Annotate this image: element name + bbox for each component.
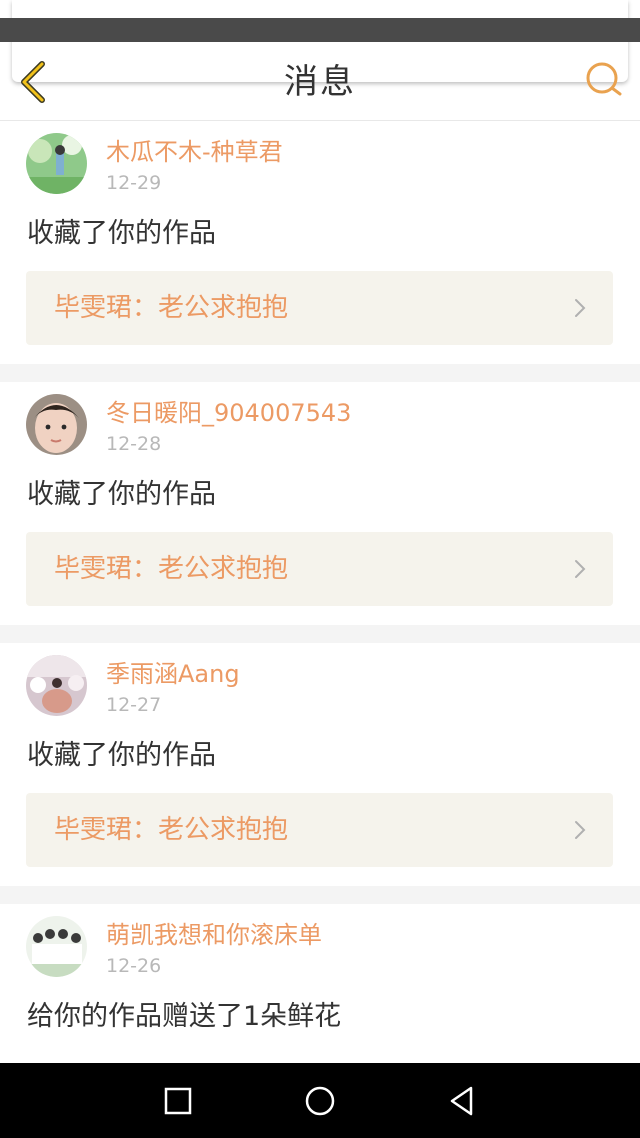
overlay-bar: [0, 18, 640, 42]
app-screen: 消息 木瓜不木-种草君 12-29 收藏了你的作品 毕雯珺：老公求抱抱 冬日暖阳…: [0, 0, 640, 1138]
recent-apps-button[interactable]: [158, 1081, 198, 1121]
chevron-right-icon: [575, 560, 586, 578]
username[interactable]: 季雨涵Aang: [106, 659, 240, 689]
avatar[interactable]: [26, 394, 87, 455]
avatar[interactable]: [26, 133, 87, 194]
message-date: 12-28: [106, 433, 162, 455]
message-card: 季雨涵Aang 12-27 收藏了你的作品 毕雯珺：老公求抱抱: [0, 643, 640, 886]
search-button[interactable]: [582, 58, 626, 102]
username[interactable]: 木瓜不木-种草君: [106, 137, 283, 167]
home-button[interactable]: [300, 1081, 340, 1121]
message-action: 收藏了你的作品: [27, 740, 216, 771]
work-link[interactable]: 毕雯珺：老公求抱抱: [26, 793, 613, 867]
avatar[interactable]: [26, 655, 87, 716]
message-date: 12-27: [106, 694, 162, 716]
message-date: 12-29: [106, 172, 162, 194]
search-icon: [586, 62, 622, 96]
chevron-right-icon: [575, 821, 586, 839]
message-card: 木瓜不木-种草君 12-29 收藏了你的作品 毕雯珺：老公求抱抱: [0, 121, 640, 364]
message-list: 木瓜不木-种草君 12-29 收藏了你的作品 毕雯珺：老公求抱抱 冬日暖阳_90…: [0, 121, 640, 1138]
message-action: 给你的作品赠送了1朵鲜花: [27, 1001, 342, 1032]
system-nav-bar: [0, 1063, 640, 1138]
avatar[interactable]: [26, 916, 87, 977]
back-nav-button[interactable]: [442, 1081, 482, 1121]
work-title: 毕雯珺：老公求抱抱: [54, 815, 289, 845]
top-bar: 消息: [0, 0, 640, 121]
work-link[interactable]: 毕雯珺：老公求抱抱: [26, 271, 613, 345]
work-title: 毕雯珺：老公求抱抱: [54, 554, 289, 584]
work-link[interactable]: 毕雯珺：老公求抱抱: [26, 532, 613, 606]
username[interactable]: 萌凯我想和你滚床单: [106, 920, 322, 950]
back-triangle-icon: [450, 1086, 473, 1116]
message-card: 冬日暖阳_904007543 12-28 收藏了你的作品 毕雯珺：老公求抱抱: [0, 382, 640, 625]
message-action: 收藏了你的作品: [27, 479, 216, 510]
page-title: 消息: [284, 62, 356, 102]
home-icon: [305, 1086, 335, 1116]
message-date: 12-26: [106, 955, 162, 977]
recent-apps-icon: [164, 1087, 192, 1115]
work-title: 毕雯珺：老公求抱抱: [54, 293, 289, 323]
username[interactable]: 冬日暖阳_904007543: [106, 398, 351, 428]
message-action: 收藏了你的作品: [27, 218, 216, 249]
chevron-right-icon: [575, 299, 586, 317]
